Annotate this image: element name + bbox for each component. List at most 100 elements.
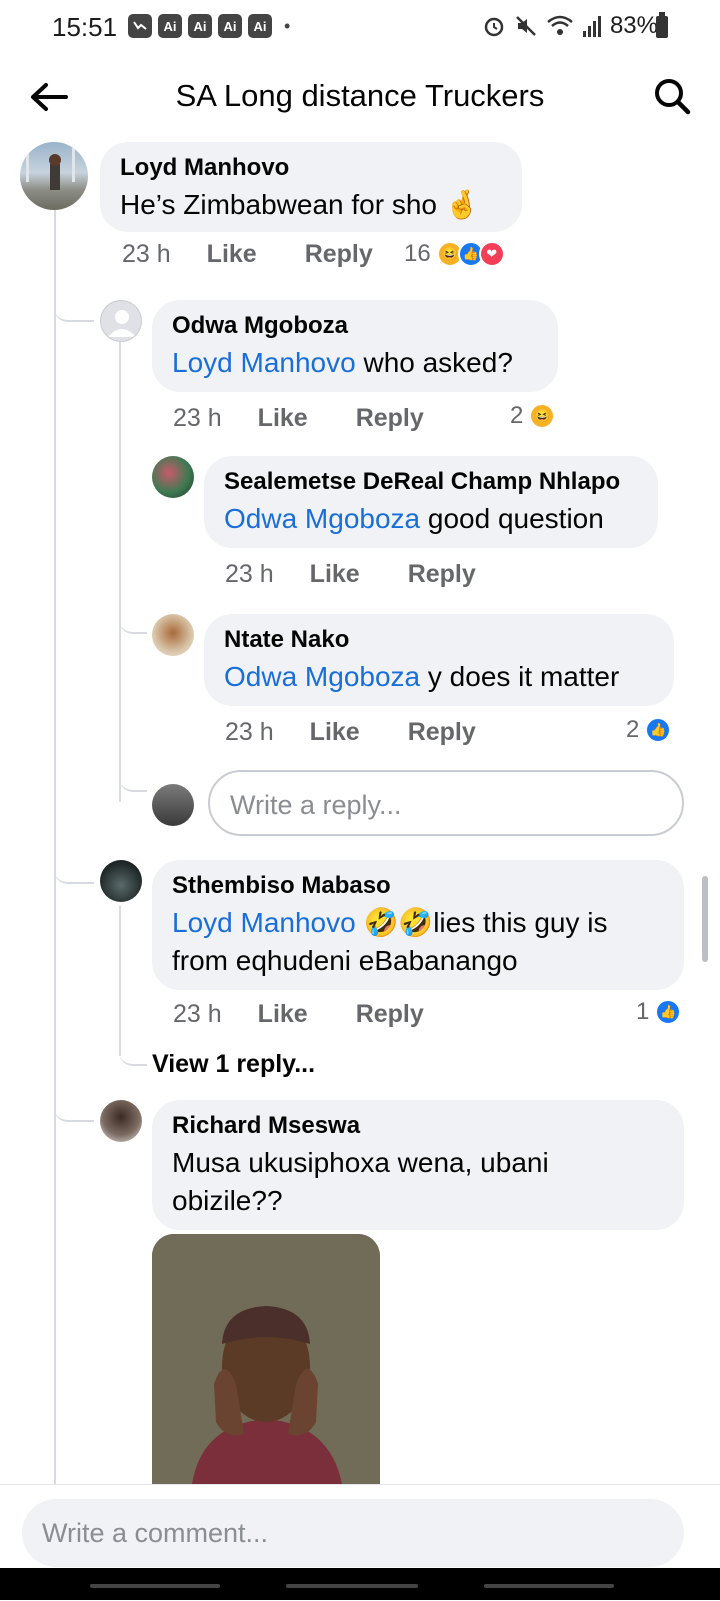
wifi-icon: [547, 15, 573, 35]
thread-branch: [54, 856, 94, 884]
thread-branch: [119, 1038, 147, 1066]
nav-recent[interactable]: [90, 1584, 220, 1588]
nav-back[interactable]: [484, 1584, 614, 1588]
comment-author[interactable]: Sthembiso Mabaso: [172, 872, 664, 900]
like-button[interactable]: Like: [207, 240, 257, 269]
comment-bubble[interactable]: Ntate Nako Odwa Mgoboza y does it matter: [204, 614, 674, 706]
comment-actions: 23 h Like Reply: [173, 1000, 424, 1029]
reaction-count: 16: [404, 240, 431, 267]
comment-text: He’s Zimbabwean for sho 🤞: [120, 189, 480, 220]
scrollbar[interactable]: [702, 876, 708, 962]
alarm-icon: [484, 17, 504, 37]
comment-time[interactable]: 23 h: [225, 718, 274, 747]
thread-line: [119, 342, 121, 802]
comment-actions: 23 h Like Reply: [225, 718, 476, 747]
nav-home[interactable]: [286, 1584, 418, 1588]
photo-portrait: [152, 1234, 380, 1484]
more-notifications-dot: •: [284, 15, 291, 36]
comment-bubble[interactable]: Sealemetse DeReal Champ Nhlapo Odwa Mgob…: [204, 456, 658, 548]
like-reaction-icon: 👍: [645, 717, 672, 743]
comment-time[interactable]: 23 h: [122, 240, 171, 269]
ai-icon: Ai: [218, 14, 242, 38]
comment-text: Loyd Manhovo who asked?: [172, 347, 513, 378]
reaction-count: 2: [510, 402, 524, 429]
avatar[interactable]: [100, 300, 142, 342]
comment-time[interactable]: 23 h: [173, 404, 222, 433]
view-more-replies-link[interactable]: View 1 reply...: [152, 1050, 315, 1079]
status-right: 83%: [482, 12, 658, 40]
avatar[interactable]: [152, 456, 194, 498]
like-button[interactable]: Like: [310, 718, 360, 747]
comment-text: Musa ukusiphoxa wena, ubani obizile??: [172, 1147, 549, 1216]
comment-bubble[interactable]: Loyd Manhovo He’s Zimbabwean for sho 🤞: [100, 142, 522, 232]
comment-text: Odwa Mgoboza y does it matter: [224, 661, 620, 692]
my-avatar: [152, 784, 194, 826]
love-reaction-icon: ❤: [478, 241, 505, 267]
reply-button[interactable]: Reply: [408, 718, 476, 747]
haha-reaction-icon: 😆: [529, 403, 556, 429]
comment-thread[interactable]: Loyd Manhovo He’s Zimbabwean for sho 🤞 2…: [0, 136, 720, 1484]
comment-actions: 23 h Like Reply: [225, 560, 476, 589]
thread-line: [54, 206, 56, 1484]
app-header: SA Long distance Truckers: [0, 56, 720, 136]
like-button[interactable]: Like: [258, 1000, 308, 1029]
ai-icon: Ai: [248, 14, 272, 38]
search-icon[interactable]: [652, 76, 692, 116]
comment-author[interactable]: Odwa Mgoboza: [172, 312, 538, 340]
comment-author[interactable]: Richard Mseswa: [172, 1112, 664, 1140]
avatar[interactable]: [100, 1100, 142, 1142]
like-button[interactable]: Like: [310, 560, 360, 589]
thread-line: [119, 906, 121, 1056]
battery-percent: 83%: [609, 12, 658, 39]
reply-button[interactable]: Reply: [305, 240, 373, 269]
avatar[interactable]: [100, 860, 142, 902]
comment-bubble[interactable]: Odwa Mgoboza Loyd Manhovo who asked?: [152, 300, 558, 392]
ai-icon: Ai: [188, 14, 212, 38]
notification-icons: Ai Ai Ai Ai •: [128, 14, 290, 38]
signal-icon: [582, 16, 601, 37]
comment-actions: 23 h Like Reply: [122, 240, 373, 269]
system-nav-bar: [0, 1568, 720, 1600]
status-bar: 15:51 Ai Ai Ai Ai • 83%: [0, 0, 720, 56]
battery-icon: [656, 12, 668, 38]
comment-actions: 23 h Like Reply: [173, 404, 424, 433]
default-profile-icon: [108, 310, 136, 337]
reply-input[interactable]: Write a reply...: [208, 770, 684, 836]
comment-time[interactable]: 23 h: [173, 1000, 222, 1029]
thread-branch: [54, 286, 94, 322]
thread-branch: [54, 1094, 94, 1122]
reply-button[interactable]: Reply: [356, 1000, 424, 1029]
reaction-count: 2: [626, 716, 640, 743]
comment-author[interactable]: Loyd Manhovo: [120, 154, 502, 182]
mention-link[interactable]: Loyd Manhovo: [172, 907, 356, 938]
reaction-summary[interactable]: 2 😆: [510, 402, 556, 430]
reaction-count: 1: [636, 998, 650, 1025]
mention-link[interactable]: Odwa Mgoboza: [224, 503, 420, 534]
comment-text: Odwa Mgoboza good question: [224, 503, 604, 534]
mute-icon: [516, 16, 536, 36]
thread-branch: [119, 606, 147, 634]
avatar[interactable]: [152, 614, 194, 656]
page-title: SA Long distance Truckers: [175, 78, 545, 113]
thread-branch: [119, 764, 147, 792]
reply-button[interactable]: Reply: [356, 404, 424, 433]
comment-bubble[interactable]: Richard Mseswa Musa ukusiphoxa wena, uba…: [152, 1100, 684, 1230]
comment-time[interactable]: 23 h: [225, 560, 274, 589]
avatar[interactable]: [20, 142, 88, 210]
status-time: 15:51: [52, 12, 118, 42]
reply-button[interactable]: Reply: [408, 560, 476, 589]
comment-author[interactable]: Sealemetse DeReal Champ Nhlapo: [224, 468, 638, 496]
like-reaction-icon: 👍: [655, 999, 682, 1025]
reaction-summary[interactable]: 2 👍: [626, 716, 672, 744]
mention-link[interactable]: Loyd Manhovo: [172, 347, 356, 378]
comment-bubble[interactable]: Sthembiso Mabaso Loyd Manhovo 🤣🤣lies thi…: [152, 860, 684, 990]
reaction-summary[interactable]: 1 👍: [636, 998, 682, 1026]
ai-icon: Ai: [158, 14, 182, 38]
comment-author[interactable]: Ntate Nako: [224, 626, 654, 654]
comment-photo[interactable]: [152, 1234, 380, 1484]
messenger-icon: [128, 14, 152, 38]
like-button[interactable]: Like: [258, 404, 308, 433]
reaction-summary[interactable]: 16 😆 👍 ❤: [404, 240, 505, 268]
mention-link[interactable]: Odwa Mgoboza: [224, 661, 420, 692]
comment-input[interactable]: Write a comment...: [22, 1499, 684, 1567]
